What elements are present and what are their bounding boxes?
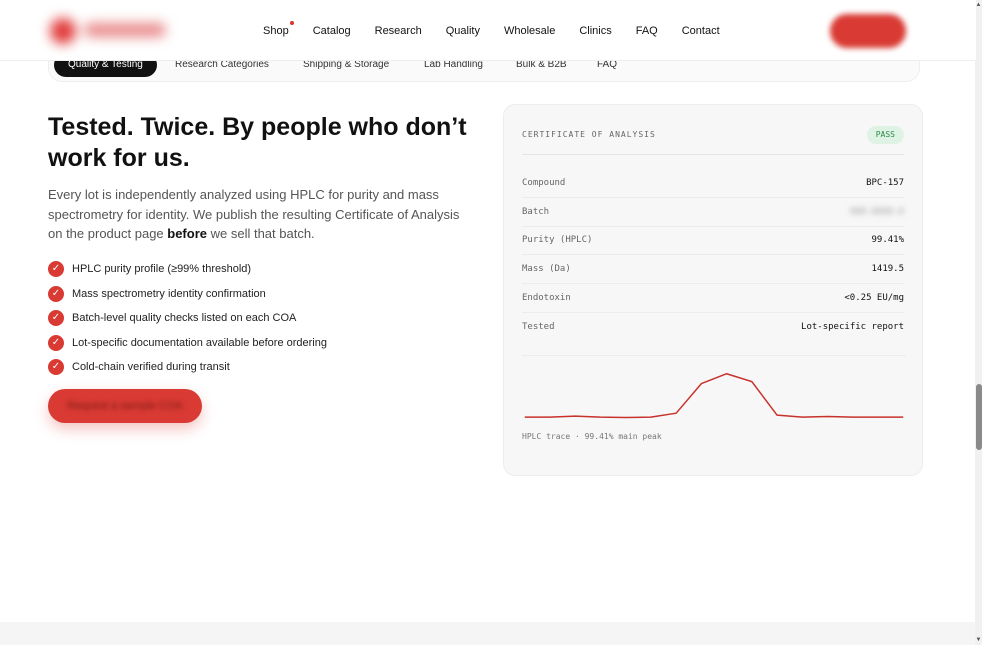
notification-dot: [289, 20, 294, 25]
nav-clinics[interactable]: Clinics: [579, 25, 611, 37]
section-lead: Every lot is independently analyzed usin…: [48, 187, 460, 241]
section-heading: Tested. Twice. By people who don’t work …: [48, 113, 467, 172]
scroll-up-arrow-icon[interactable]: ▲: [975, 2, 982, 8]
chart-caption: HPLC trace · 99.41% main peak: [522, 432, 662, 441]
scroll-down-arrow-icon[interactable]: ▼: [975, 637, 982, 643]
request-coa-button[interactable]: Request a sample COA: [48, 389, 202, 423]
page-scrollbar[interactable]: [975, 0, 982, 645]
main-nav: Shop Catalog Research Quality Wholesale …: [263, 0, 744, 61]
coa-row-batch: Batch XXX-XXXX-X: [522, 198, 904, 227]
check-icon: ✓: [48, 285, 64, 302]
status-badge: PASS: [866, 126, 904, 144]
nav-contact[interactable]: Contact: [682, 25, 720, 37]
nav-catalog[interactable]: Catalog: [313, 25, 351, 37]
check-icon: ✓: [48, 359, 64, 376]
hplc-trace-chart: [522, 355, 906, 419]
coa-row-purity: Purity (HPLC) 99.41%: [522, 227, 904, 256]
site-header: Shop Catalog Research Quality Wholesale …: [0, 0, 976, 61]
scrollbar-thumb[interactable]: [976, 384, 982, 450]
check-icon: ✓: [48, 334, 64, 351]
coa-title: CERTIFICATE OF ANALYSIS: [522, 130, 656, 139]
coa-card: CERTIFICATE OF ANALYSIS PASS Compound BPC…: [503, 104, 923, 476]
coa-row-tested: Tested Lot-specific report: [522, 322, 904, 333]
hplc-trace-line: [524, 373, 904, 419]
list-item: ✓ Batch-level quality checks listed on ea…: [48, 306, 327, 331]
coa-row-mass: Mass (Da) 1419.5: [522, 255, 904, 285]
header-cta-button[interactable]: [830, 14, 906, 48]
divider: [522, 154, 904, 155]
nav-research[interactable]: Research: [375, 25, 422, 37]
nav-shop[interactable]: Shop: [263, 20, 294, 37]
list-item: ✓ Lot-specific documentation available be…: [48, 331, 327, 356]
coa-row-endotoxin: Endotoxin <0.25 EU/mg: [522, 284, 904, 313]
nav-faq[interactable]: FAQ: [636, 25, 658, 37]
footer-band: [0, 622, 976, 645]
feature-checklist: ✓ HPLC purity profile (≥99% threshold) ✓ M…: [48, 257, 327, 380]
nav-wholesale[interactable]: Wholesale: [504, 25, 555, 37]
coa-rows: Compound BPC-157 Batch XXX-XXXX-X Purity (…: [522, 169, 904, 342]
list-item: ✓ Cold-chain verified during transit: [48, 355, 327, 380]
check-icon: ✓: [48, 310, 64, 327]
coa-row-compound: Compound BPC-157: [522, 169, 904, 198]
list-item: ✓ HPLC purity profile (≥99% threshold): [48, 257, 327, 282]
brand-logo[interactable]: [46, 14, 170, 48]
list-item: ✓ Mass spectrometry identity confirmation: [48, 282, 327, 307]
nav-quality[interactable]: Quality: [446, 25, 480, 37]
check-icon: ✓: [48, 261, 64, 278]
